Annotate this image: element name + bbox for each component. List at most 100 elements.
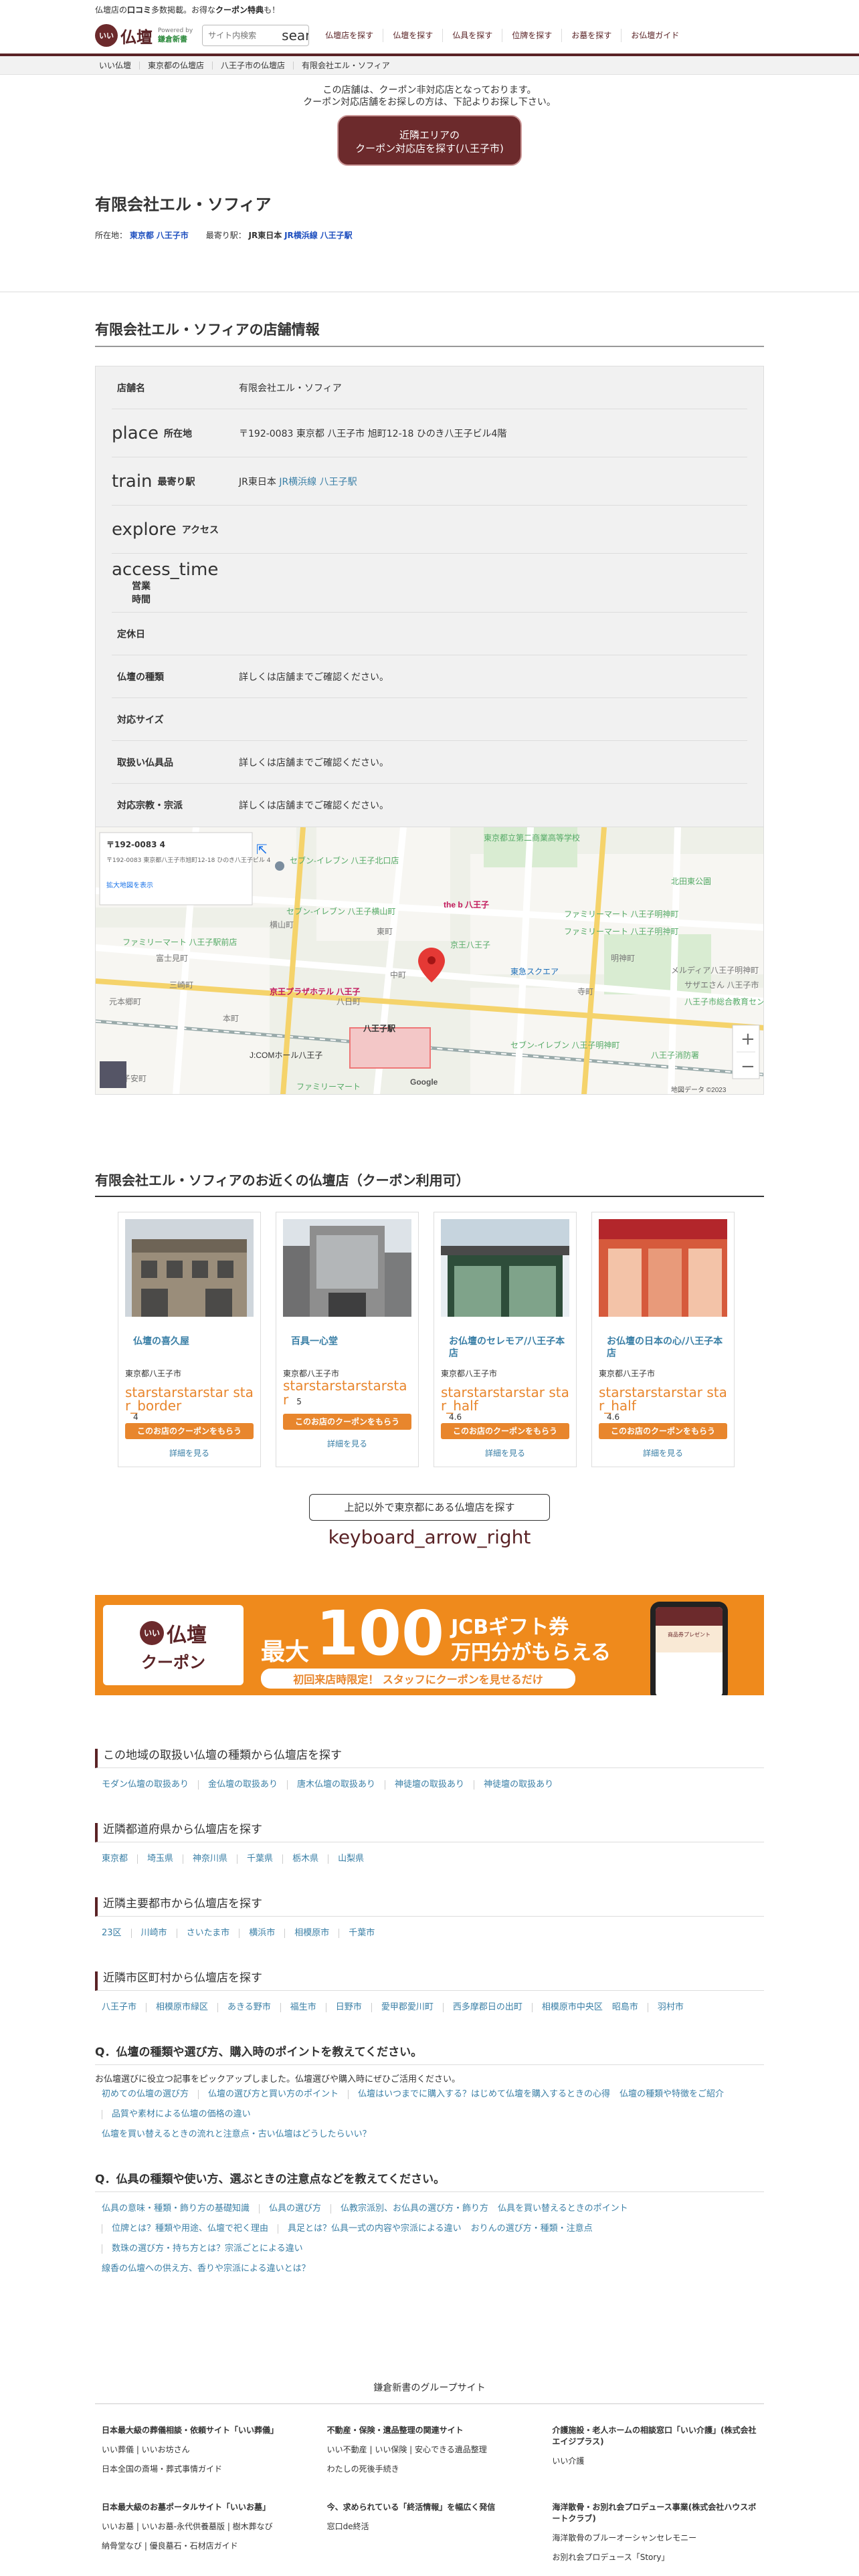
municipality-link[interactable]: 相模原市中央区 (531, 2003, 612, 2012)
view-detail-link[interactable]: 詳細を見る (599, 1447, 727, 1459)
prefecture-link[interactable]: 山梨県 (328, 1854, 373, 1864)
guide-article-link[interactable]: 仏具の意味・種類・飾り方の基礎知識 (102, 2204, 259, 2214)
municipality-link[interactable]: あきる野市 (217, 2003, 280, 2012)
shop-photo[interactable] (283, 1219, 411, 1317)
group-site-link[interactable]: 納骨堂なび | 優良墓石・石材店ガイド (102, 2540, 307, 2551)
prefecture-link[interactable]: 千葉県 (237, 1854, 282, 1864)
guide-article-link[interactable]: 仏壇の選び方と買い方のポイント (198, 2090, 348, 2099)
directions-icon[interactable]: ⇱ (256, 841, 268, 857)
station-line-link[interactable]: JR横浜線 (279, 477, 316, 488)
nearby-coupon-shop-button[interactable]: 近隣エリアの クーポン対応店を探す(八王子市) (337, 115, 522, 166)
search-input[interactable] (203, 25, 282, 45)
type-link[interactable]: 神徒壇の取扱あり (385, 1780, 474, 1790)
group-site-link[interactable]: お別れ会プロデュース「Story」 (552, 2551, 757, 2563)
shop-card-name[interactable]: お仏壇のセレモア/八王子本店 (441, 1335, 569, 1364)
station-name-link[interactable]: 八王子駅 (320, 477, 357, 488)
nav-find-ihai[interactable]: 位牌を探す (502, 29, 561, 42)
guide-article-link[interactable]: 数珠の選び方・持ち方とは？宗派ごとによる違い (102, 2244, 312, 2254)
guide-article-link[interactable]: 仏具の選び方 (259, 2204, 330, 2214)
zoom-in-button[interactable]: + (741, 1029, 755, 1049)
guide-article-link[interactable]: 仏具を買い替えるときのポイント (498, 2204, 638, 2214)
municipality-link[interactable]: 西多摩郡日の出町 (442, 2003, 532, 2012)
location-city-link[interactable]: 八王子市 (157, 231, 189, 240)
zoom-out-button[interactable]: − (741, 1057, 755, 1077)
group-site-link[interactable]: いいお墓 | いいお墓-永代供養墓版 | 樹木葬なび (102, 2520, 307, 2532)
site-logo[interactable]: いい 仏壇 (95, 24, 153, 47)
shop-card-name[interactable]: 仏壇の喜久屋 (125, 1335, 254, 1364)
prefecture-link[interactable]: 神奈川県 (183, 1854, 237, 1864)
nav-guide[interactable]: お仏壇ガイド (621, 29, 688, 42)
city-link[interactable]: 川崎市 (130, 1929, 177, 1938)
municipality-link[interactable]: 愛甲郡愛川町 (371, 2003, 443, 2012)
group-site-link[interactable]: いい介護 (552, 2455, 757, 2466)
get-coupon-button[interactable]: このお店のクーポンをもらう (125, 1423, 254, 1439)
guide-article-link[interactable]: 具足とは？仏具一式の内容や宗派による違い (278, 2224, 471, 2234)
municipality-link[interactable]: 八王子市 (102, 2003, 146, 2012)
guide-article-link[interactable]: 仏教宗派別、お仏具の選び方・飾り方 (330, 2204, 498, 2214)
view-detail-link[interactable]: 詳細を見る (125, 1447, 254, 1459)
guide-article-link[interactable]: おりんの選び方・種類・注意点 (471, 2224, 602, 2234)
guide-article-link[interactable]: 仏壇を買い替えるときの流れと注意点・古い仏壇はどうしたらいい？ (102, 2130, 764, 2139)
get-coupon-button[interactable]: このお店のクーポンをもらう (283, 1414, 411, 1430)
station-line-link[interactable]: JR横浜線 (284, 231, 318, 240)
municipality-link[interactable]: 昭島市 (612, 2003, 648, 2012)
group-site-link[interactable]: わたしの死後手続き (327, 2463, 533, 2474)
get-coupon-button[interactable]: このお店のクーポンをもらう (441, 1423, 569, 1439)
map-larger-link[interactable]: 拡大地図を表示 (106, 881, 153, 889)
view-detail-link[interactable]: 詳細を見る (441, 1447, 569, 1459)
guide-article-link[interactable]: 線香の仏壇への供え方、香りや宗派による違いとは？ (102, 2264, 764, 2274)
row-label: 取扱い仏具品 (117, 757, 173, 768)
municipality-link[interactable]: 相模原市緑区 (146, 2003, 217, 2012)
nav-find-ohaka[interactable]: お墓を探す (561, 29, 621, 42)
city-link[interactable]: 23区 (102, 1929, 131, 1938)
shop-photo[interactable] (125, 1219, 254, 1317)
type-link[interactable]: 唐木仏壇の取扱あり (287, 1780, 385, 1790)
guide-article-link[interactable]: 位牌とは？種類や用途、仏壇で祀く理由 (102, 2224, 278, 2234)
guide-article-link[interactable]: 仏壇の種類や特徴をご紹介 (619, 2090, 733, 2099)
zoom-controls: + − (732, 1025, 760, 1079)
guide-article-link[interactable]: 品質や素材による仏壇の価格の違い (102, 2110, 260, 2119)
municipality-link[interactable]: 羽村市 (647, 2003, 693, 2012)
group-site-link[interactable]: いい葬儀 | いいお坊さん (102, 2444, 307, 2455)
city-link[interactable]: 横浜市 (239, 1929, 284, 1938)
group-box: 海洋散骨・お別れ会プロデュース事業(株式会社ハウスボートクラブ) 海洋散骨のブル… (552, 2501, 757, 2571)
type-link[interactable]: モダン仏壇の取扱あり (102, 1780, 198, 1790)
group-site-link[interactable]: いい不動産 | いい保険 | 安心できる遺品整理 (327, 2444, 533, 2455)
municipality-link[interactable]: 日野市 (325, 2003, 371, 2012)
location-pref-link[interactable]: 東京都 (130, 231, 154, 240)
coupon-banner[interactable]: いい 仏壇 クーポン 最大 100 JCBギフト券 万円分がもらえる 初回来店時… (95, 1595, 764, 1695)
station-name-link[interactable]: 八王子駅 (320, 231, 353, 240)
prefecture-link[interactable]: 埼玉県 (137, 1854, 183, 1864)
breadcrumb-pref[interactable]: 東京都の仏壇店 (139, 62, 212, 70)
city-link[interactable]: 相模原市 (284, 1929, 339, 1938)
city-link[interactable]: さいたま市 (176, 1929, 240, 1938)
shop-card-name[interactable]: お仏壇の日本の心/八王子本店 (599, 1335, 727, 1364)
group-box-title: 今、求められている「終活情報」を幅広く発信 (326, 2502, 496, 2512)
breadcrumb-city[interactable]: 八王子市の仏壇店 (212, 62, 293, 70)
nav-find-butsugu[interactable]: 仏具を探す (442, 29, 502, 42)
nav-find-shop[interactable]: 仏壇店を探す (316, 29, 383, 42)
type-link[interactable]: 金仏壇の取扱あり (198, 1780, 287, 1790)
guide-article-link[interactable]: 仏壇はいつまでに購入する？はじめて仏壇を購入するときの心得 (348, 2090, 619, 2099)
map-thumbnail[interactable] (100, 1061, 126, 1088)
more-shops-button[interactable]: 上記以外で東京都にある仏壇店を探す (309, 1494, 550, 1521)
breadcrumb-home[interactable]: いい仏壇 (95, 62, 139, 70)
prefecture-link[interactable]: 東京都 (102, 1854, 137, 1864)
guide-article-link[interactable]: 初めての仏壇の選び方 (102, 2090, 198, 2099)
powered-by[interactable]: Powered by 鎌倉新書 (158, 27, 193, 43)
nav-find-butsudan[interactable]: 仏壇を探す (383, 29, 442, 42)
group-site-link[interactable]: 日本全国の斎場・葬式事情ガイド (102, 2463, 307, 2474)
group-site-link[interactable]: 窓口de終活 (327, 2520, 533, 2532)
shop-card-name[interactable]: 百具一心堂 (283, 1335, 411, 1364)
type-link[interactable]: 神徒壇の取扱あり (474, 1780, 563, 1790)
shop-photo[interactable] (441, 1219, 569, 1317)
google-map[interactable]: セブン-イレブン 八王子北口店 東京都立第二商業高等学校 セブン-イレブン 八王… (95, 827, 764, 1095)
get-coupon-button[interactable]: このお店のクーポンをもらう (599, 1423, 727, 1439)
shop-photo[interactable] (599, 1219, 727, 1317)
group-site-link[interactable]: 海洋散骨のブルーオーシャンセレモニー (552, 2532, 757, 2543)
prefecture-link[interactable]: 栃木県 (282, 1854, 328, 1864)
city-link[interactable]: 千葉市 (339, 1929, 384, 1938)
view-detail-link[interactable]: 詳細を見る (283, 1438, 411, 1449)
search-icon[interactable]: search (282, 27, 308, 43)
municipality-link[interactable]: 福生市 (280, 2003, 326, 2012)
